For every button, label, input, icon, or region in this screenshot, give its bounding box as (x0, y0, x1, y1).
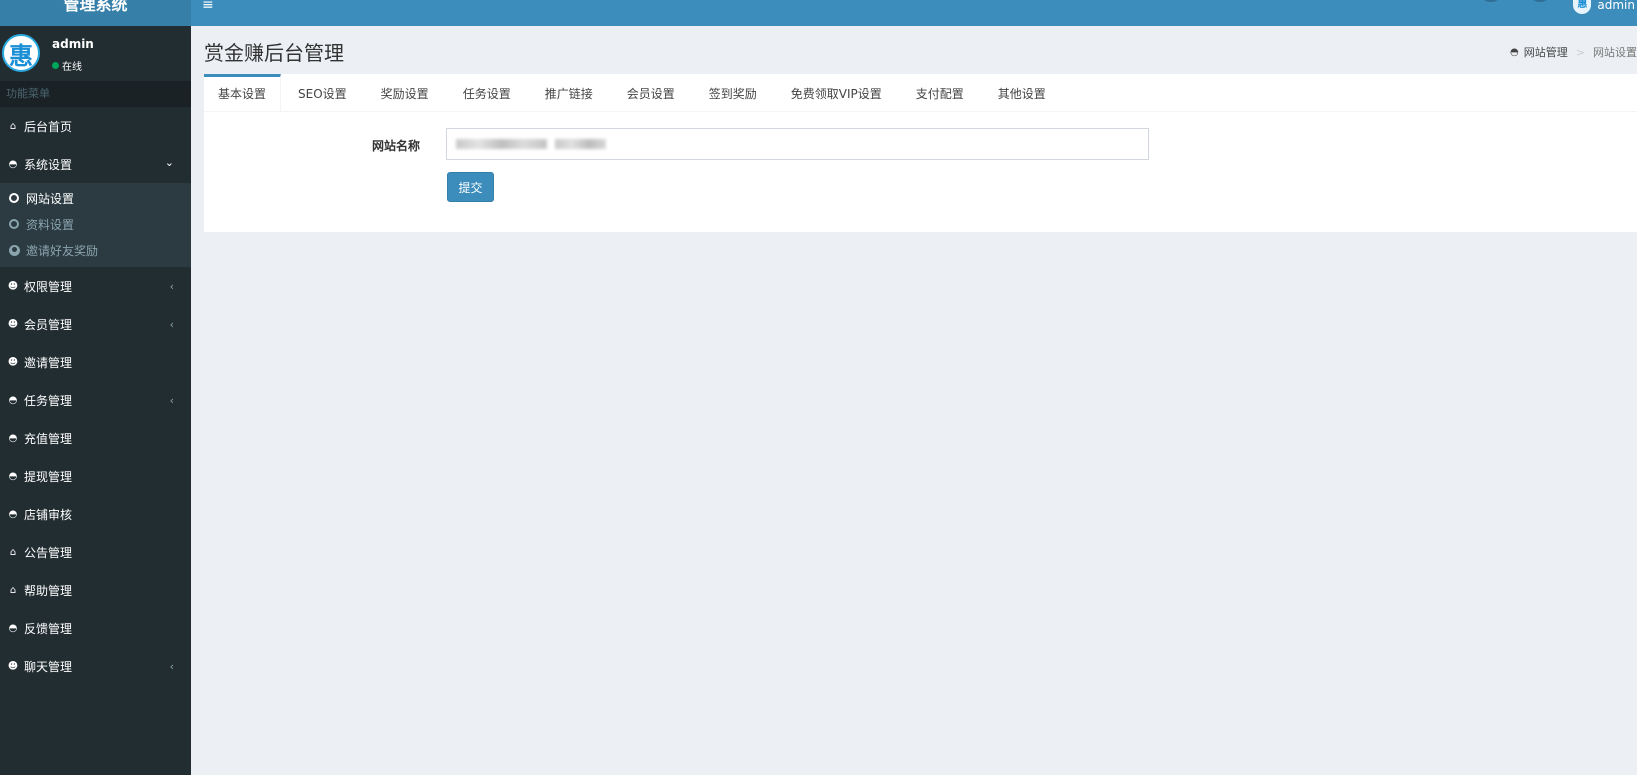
sidebar-item-label: 权限管理 (24, 279, 73, 294)
site-name-input[interactable] (446, 128, 1149, 160)
sidebar-item-announcements[interactable]: ⌂ 公告管理 (0, 533, 191, 571)
status-text: 在线 (62, 62, 82, 73)
sidebar-item-members[interactable]: ☻ 会员管理 ‹ (0, 305, 191, 343)
chevron-down-icon: ⌄ (164, 156, 174, 169)
submenu-item-label: 邀请好友奖励 (26, 243, 99, 258)
home-icon: ⌂ (9, 120, 17, 132)
circle-icon (9, 219, 19, 229)
user-menu[interactable]: 惠 admin (1573, 0, 1637, 14)
sidebar-item-label: 邀请管理 (24, 355, 73, 370)
submenu-item-label: 资料设置 (26, 217, 75, 232)
chevron-left-icon: ‹ (169, 318, 174, 331)
chevron-left-icon: ‹ (169, 280, 174, 293)
sidebar-item-label: 会员管理 (24, 317, 73, 332)
user-avatar-small: 惠 (1573, 0, 1592, 14)
sidebar-item-label: 系统设置 (24, 157, 73, 172)
tab-payment-config[interactable]: 支付配置 (899, 74, 981, 112)
sidebar-item-permissions[interactable]: ☻ 权限管理 ‹ (0, 267, 191, 305)
sidebar-item-system-settings[interactable]: ◓ 系统设置 ⌄ (0, 145, 191, 183)
dashboard-icon: ◓ (8, 394, 18, 406)
sidebar-item-label: 反馈管理 (24, 621, 73, 636)
user-status: 在线 (52, 58, 82, 73)
sidebar-item-label: 任务管理 (24, 393, 73, 408)
submenu-item-invite-reward[interactable]: 邀请好友奖励 (0, 237, 191, 263)
tab-basic-settings[interactable]: 基本设置 (204, 74, 282, 112)
dashboard-icon: ◓ (8, 158, 18, 170)
user-circle-icon (9, 244, 20, 256)
logo-text: 管理系统 (63, 0, 128, 14)
sidebar-item-label: 帮助管理 (24, 583, 73, 598)
users-icon: ☻ (7, 280, 19, 292)
settings-panel: 基本设置 SEO设置 奖励设置 任务设置 推广链接 会员设置 签到奖励 免费领取… (204, 74, 1637, 232)
dashboard-icon: ◓ (8, 622, 18, 634)
submenu-item-site-settings[interactable]: 网站设置 (0, 185, 191, 211)
sidebar-item-invites[interactable]: ☻ 邀请管理 (0, 343, 191, 381)
messages-icon[interactable] (1527, 0, 1553, 2)
sidebar-item-label: 公告管理 (24, 545, 73, 560)
site-name-label: 网站名称 (372, 139, 421, 153)
breadcrumb: ◓ 网站管理 > 网站设置 (1510, 44, 1637, 60)
home-icon: ⌂ (9, 546, 17, 558)
tab-member-settings[interactable]: 会员设置 (610, 74, 692, 112)
sidebar-item-feedback[interactable]: ◓ 反馈管理 (0, 609, 191, 647)
sidebar-item-label: 充值管理 (24, 431, 73, 446)
dashboard-icon: ◓ (8, 508, 18, 520)
breadcrumb-parent[interactable]: 网站管理 (1524, 44, 1568, 60)
app-logo[interactable]: 管理系统 (0, 0, 191, 26)
breadcrumb-separator: > (1575, 45, 1585, 59)
circle-icon (9, 193, 19, 203)
top-navbar: 管理系统 ≡ 惠 admin (0, 0, 1637, 26)
avatar: 惠 (2, 34, 40, 72)
sidebar-toggle-icon[interactable]: ≡ (202, 0, 218, 12)
submenu-item-profile-settings[interactable]: 资料设置 (0, 211, 191, 237)
users-icon: ☻ (7, 660, 19, 672)
user-name: admin (52, 37, 94, 51)
sidebar-item-label: 店铺审核 (24, 507, 73, 522)
dashboard-icon: ◓ (1510, 46, 1519, 58)
sidebar-item-label: 聊天管理 (24, 659, 73, 674)
tab-reward-settings[interactable]: 奖励设置 (364, 74, 446, 112)
sidebar-item-chat[interactable]: ☻ 聊天管理 ‹ (0, 647, 191, 685)
breadcrumb-current: 网站设置 (1593, 46, 1637, 59)
settings-tabs: 基本设置 SEO设置 奖励设置 任务设置 推广链接 会员设置 签到奖励 免费领取… (204, 74, 1637, 112)
sidebar-item-recharge[interactable]: ◓ 充值管理 (0, 419, 191, 457)
chevron-left-icon: ‹ (169, 660, 174, 673)
tab-task-settings[interactable]: 任务设置 (446, 74, 528, 112)
sidebar-item-label: 后台首页 (24, 119, 73, 134)
user-menu-name: admin (1597, 0, 1635, 12)
tab-promo-links[interactable]: 推广链接 (528, 74, 610, 112)
tab-free-vip-settings[interactable]: 免费领取VIP设置 (774, 74, 899, 112)
sidebar-item-tasks[interactable]: ◓ 任务管理 ‹ (0, 381, 191, 419)
sidebar: 惠 admin 在线 功能菜单 ⌂ 后台首页 ◓ 系统设置 ⌄ 网站设置 资料设… (0, 26, 191, 775)
users-icon: ☻ (7, 318, 19, 330)
tab-other-settings[interactable]: 其他设置 (981, 74, 1063, 112)
tab-seo-settings[interactable]: SEO设置 (281, 74, 364, 112)
submit-button[interactable]: 提交 (447, 172, 494, 202)
chevron-left-icon: ‹ (169, 394, 174, 407)
content-header: 赏金赚后台管理 ◓ 网站管理 > 网站设置 (191, 26, 1637, 74)
submenu-system-settings: 网站设置 资料设置 邀请好友奖励 (0, 183, 191, 267)
tab-checkin-reward[interactable]: 签到奖励 (692, 74, 774, 112)
sidebar-item-withdraw[interactable]: ◓ 提现管理 (0, 457, 191, 495)
users-icon: ☻ (7, 356, 19, 368)
submenu-item-label: 网站设置 (26, 191, 75, 206)
sidebar-item-shop-review[interactable]: ◓ 店铺审核 (0, 495, 191, 533)
dashboard-icon: ◓ (8, 432, 18, 444)
sidebar-item-help[interactable]: ⌂ 帮助管理 (0, 571, 191, 609)
page-title: 赏金赚后台管理 (204, 41, 344, 65)
notification-icon[interactable] (1478, 0, 1504, 2)
home-icon: ⌂ (9, 584, 17, 596)
sidebar-item-home[interactable]: ⌂ 后台首页 (0, 107, 191, 145)
online-dot-icon (52, 62, 59, 69)
sidebar-item-label: 提现管理 (24, 469, 73, 484)
dashboard-icon: ◓ (8, 470, 18, 482)
user-panel: 惠 admin 在线 (0, 26, 191, 81)
menu-header: 功能菜单 (0, 81, 191, 107)
